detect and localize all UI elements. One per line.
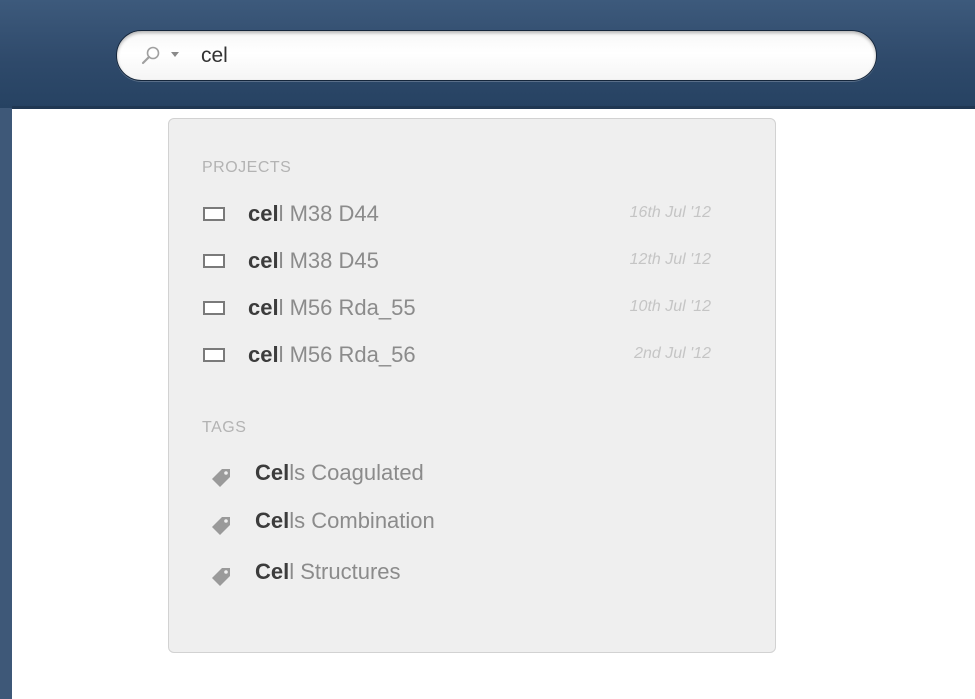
match-highlight: cel: [248, 342, 279, 367]
search-icon[interactable]: [140, 45, 162, 67]
project-icon: [203, 207, 225, 221]
project-result-3[interactable]: cell M56 Rda_55 10th Jul '12: [197, 292, 717, 326]
project-name: cell M38 D45: [248, 248, 379, 274]
tag-result-2[interactable]: Cells Combination: [197, 505, 717, 539]
project-name-rest: l M38 D44: [278, 201, 379, 226]
tag-name: Cells Combination: [255, 508, 435, 534]
projects-heading: PROJECTS: [202, 159, 292, 176]
search-box[interactable]: [116, 30, 877, 81]
chevron-down-icon[interactable]: [171, 52, 179, 57]
project-date: 16th Jul '12: [629, 204, 711, 221]
tags-heading: TAGS: [202, 419, 247, 436]
match-highlight: Cel: [255, 559, 290, 584]
match-highlight: Cel: [255, 508, 290, 533]
project-name-rest: l M38 D45: [278, 248, 379, 273]
tag-icon: [212, 568, 230, 586]
match-highlight: cel: [248, 201, 279, 226]
tag-result-1[interactable]: Cells Coagulated: [197, 457, 717, 491]
project-result-4[interactable]: cell M56 Rda_56 2nd Jul '12: [197, 339, 717, 373]
project-icon: [203, 301, 225, 315]
project-icon: [203, 254, 225, 268]
tag-icon: [212, 469, 230, 487]
project-icon: [203, 348, 225, 362]
project-result-1[interactable]: cell M38 D44 16th Jul '12: [197, 198, 717, 232]
tag-result-3[interactable]: Cell Structures: [197, 556, 717, 590]
top-header-bar: [0, 0, 975, 108]
project-date: 2nd Jul '12: [634, 345, 711, 362]
search-input[interactable]: [201, 42, 841, 70]
tag-name-rest: l Structures: [289, 559, 401, 584]
tag-name-rest: ls Combination: [289, 508, 435, 533]
match-highlight: cel: [248, 295, 279, 320]
project-name-rest: l M56 Rda_56: [278, 342, 416, 367]
project-name: cell M38 D44: [248, 201, 379, 227]
tag-name: Cell Structures: [255, 559, 401, 585]
project-name: cell M56 Rda_56: [248, 342, 416, 368]
project-name: cell M56 Rda_55: [248, 295, 416, 321]
project-date: 12th Jul '12: [629, 251, 711, 268]
tag-name: Cells Coagulated: [255, 460, 424, 486]
project-result-2[interactable]: cell M38 D45 12th Jul '12: [197, 245, 717, 279]
match-highlight: Cel: [255, 460, 290, 485]
search-suggestions-dropdown: PROJECTS cell M38 D44 16th Jul '12 cell …: [168, 118, 776, 653]
tag-name-rest: ls Coagulated: [289, 460, 424, 485]
tag-icon: [212, 517, 230, 535]
match-highlight: cel: [248, 248, 279, 273]
project-name-rest: l M56 Rda_55: [278, 295, 416, 320]
project-date: 10th Jul '12: [629, 298, 711, 315]
